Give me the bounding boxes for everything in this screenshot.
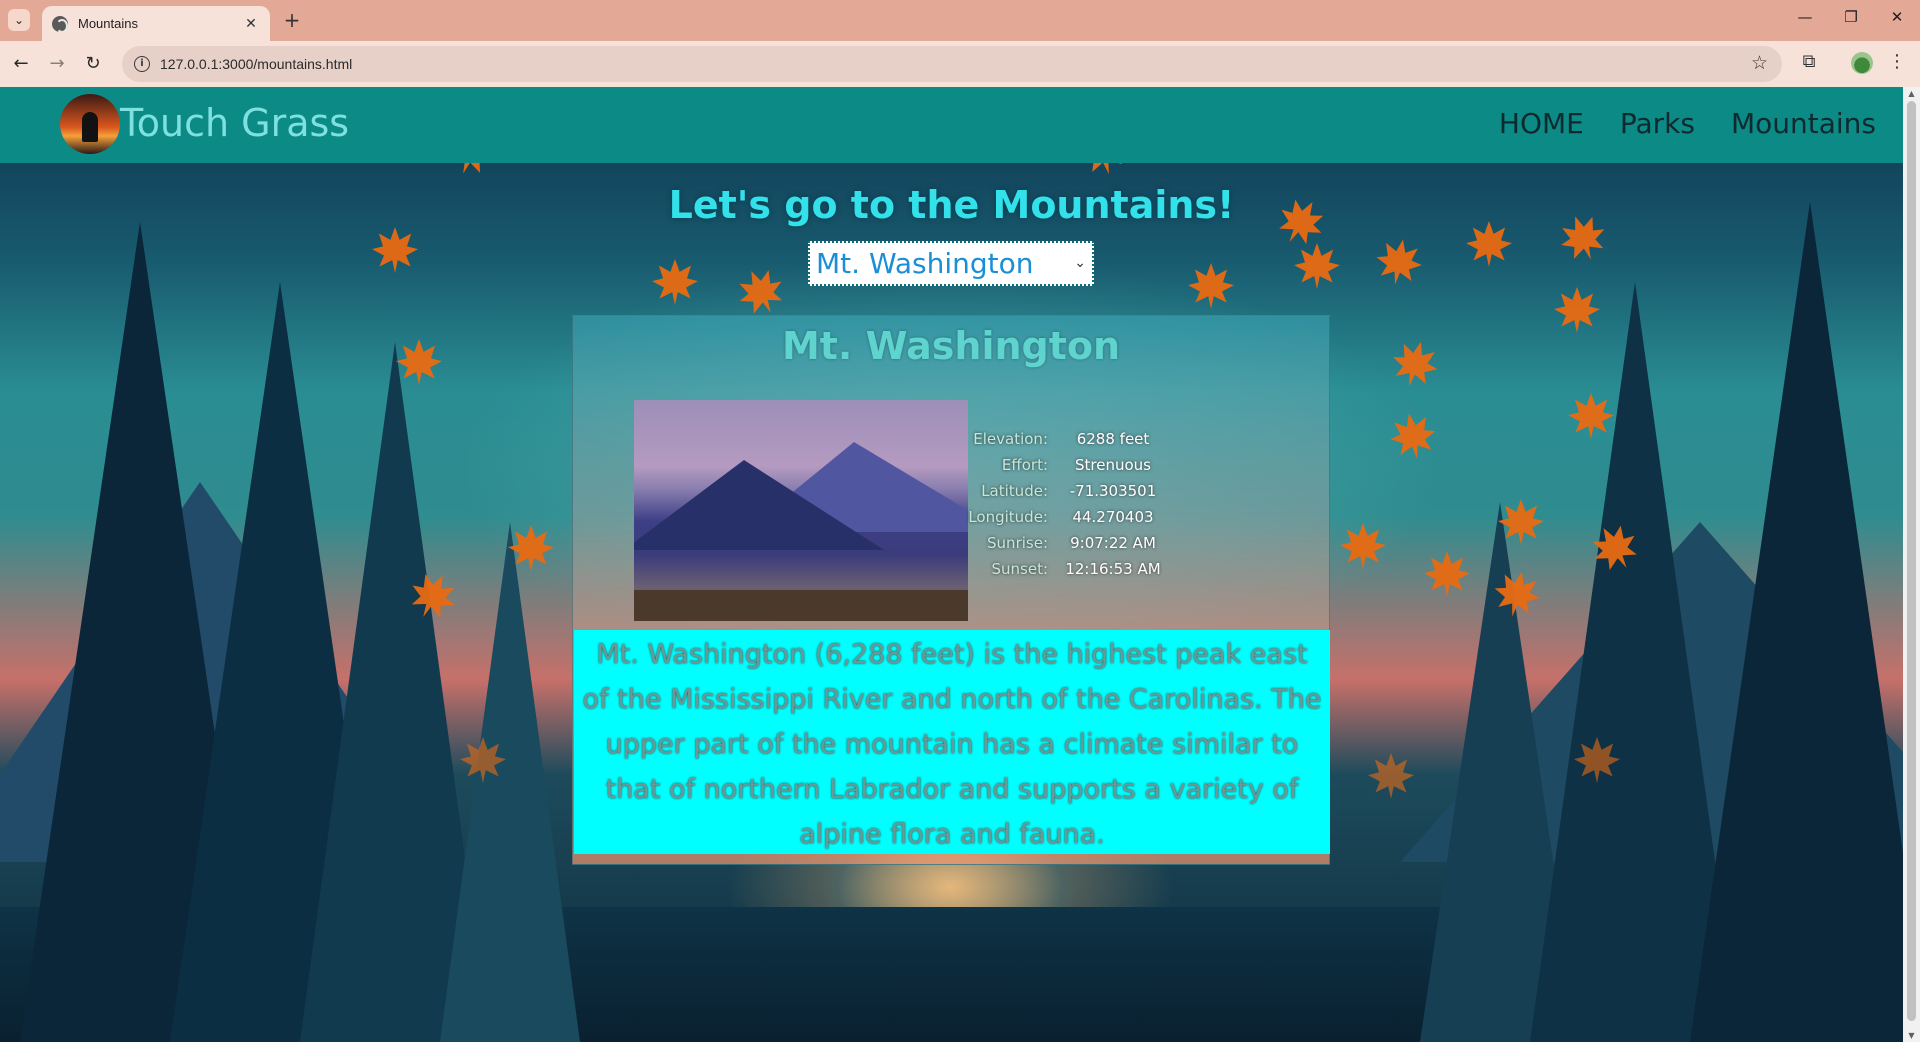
stat-row-sunrise: Sunrise: 9:07:22 AM — [968, 530, 1168, 556]
stat-row-sunset: Sunset: 12:16:53 AM — [968, 556, 1168, 582]
stat-label: Sunset: — [991, 560, 1048, 578]
bookmark-star-icon[interactable]: ☆ — [1751, 52, 1768, 74]
new-tab-button[interactable]: + — [280, 9, 304, 33]
stat-value: Strenuous — [1075, 456, 1151, 474]
stat-row-latitude: Latitude: -71.303501 — [968, 478, 1168, 504]
browser-toolbar: ← → ↻ i 127.0.0.1:3000/mountains.html ☆ … — [0, 41, 1920, 87]
stat-row-longitude: Longitude: 44.270403 — [968, 504, 1168, 530]
nav-link-home[interactable]: HOME — [1499, 107, 1584, 140]
nav-link-mountains[interactable]: Mountains — [1731, 107, 1876, 140]
stat-label: Longitude: — [968, 508, 1048, 526]
tab-close-icon[interactable]: ✕ — [242, 16, 260, 32]
chevron-down-icon: ⌄ — [1074, 255, 1086, 271]
stat-label: Sunrise: — [987, 534, 1048, 552]
photo-peak — [634, 460, 884, 550]
stat-row-effort: Effort: Strenuous — [968, 452, 1168, 478]
menu-dots-icon[interactable]: ⋮ — [1884, 51, 1910, 72]
stat-value: 9:07:22 AM — [1070, 534, 1156, 552]
globe-icon — [52, 15, 68, 33]
stat-value: 12:16:53 AM — [1065, 560, 1161, 578]
stat-label: Elevation: — [973, 430, 1048, 448]
page-scrollbar[interactable]: ▲ ▼ — [1903, 87, 1920, 1042]
browser-tab[interactable]: Mountains ✕ — [42, 6, 270, 41]
scrollbar-thumb[interactable] — [1907, 101, 1916, 1021]
page-viewport: Touch Grass HOME Parks Mountains Let's g… — [0, 87, 1903, 1042]
nav-link-parks[interactable]: Parks — [1620, 107, 1695, 140]
site-header: Touch Grass HOME Parks Mountains — [0, 87, 1903, 163]
mountain-stats: Elevation: 6288 feet Effort: Strenuous L… — [968, 426, 1168, 582]
stat-value: -71.303501 — [1069, 482, 1157, 500]
scroll-down-icon[interactable]: ▼ — [1903, 1031, 1920, 1040]
extensions-icon[interactable]: ⧉ — [1796, 51, 1822, 72]
stat-row-elevation: Elevation: 6288 feet — [968, 426, 1168, 452]
pine-tree — [440, 522, 580, 1042]
mountain-card: Mt. Washington Elevation: 6288 feet Effo… — [572, 315, 1330, 865]
stat-label: Effort: — [1001, 456, 1048, 474]
window-close-icon[interactable]: ✕ — [1882, 8, 1912, 26]
browser-tab-strip: ⌄ Mountains ✕ + — ❐ ✕ — [0, 0, 1920, 41]
address-bar[interactable]: i 127.0.0.1:3000/mountains.html ☆ — [122, 46, 1782, 82]
stat-value: 6288 feet — [1076, 430, 1150, 448]
forward-icon[interactable]: → — [44, 51, 70, 77]
mountain-select[interactable]: Mt. Washington ⌄ — [808, 241, 1094, 286]
tab-search-chevron-icon[interactable]: ⌄ — [8, 9, 30, 31]
main-nav: HOME Parks Mountains — [1499, 107, 1876, 140]
stat-value: 44.270403 — [1072, 508, 1154, 526]
page-heading: Let's go to the Mountains! — [668, 183, 1235, 227]
pine-tree — [1690, 202, 1903, 1042]
reload-icon[interactable]: ↻ — [80, 51, 106, 77]
minimize-icon[interactable]: — — [1790, 8, 1820, 26]
profile-avatar[interactable] — [1851, 52, 1873, 74]
mountain-description: Mt. Washington (6,288 feet) is the highe… — [574, 630, 1330, 854]
mountain-photo — [634, 400, 968, 621]
back-icon[interactable]: ← — [8, 51, 34, 77]
tab-title: Mountains — [78, 16, 138, 31]
restore-icon[interactable]: ❐ — [1836, 8, 1866, 26]
site-logo[interactable] — [60, 94, 120, 154]
stat-label: Latitude: — [981, 482, 1048, 500]
photo-foreground — [634, 590, 968, 621]
scroll-up-icon[interactable]: ▲ — [1903, 89, 1920, 98]
mountain-select-value: Mt. Washington — [816, 247, 1034, 280]
site-info-icon[interactable]: i — [134, 56, 150, 72]
url-text[interactable]: 127.0.0.1:3000/mountains.html — [160, 56, 352, 72]
brand-name[interactable]: Touch Grass — [120, 101, 349, 145]
mountain-name: Mt. Washington — [781, 324, 1121, 368]
